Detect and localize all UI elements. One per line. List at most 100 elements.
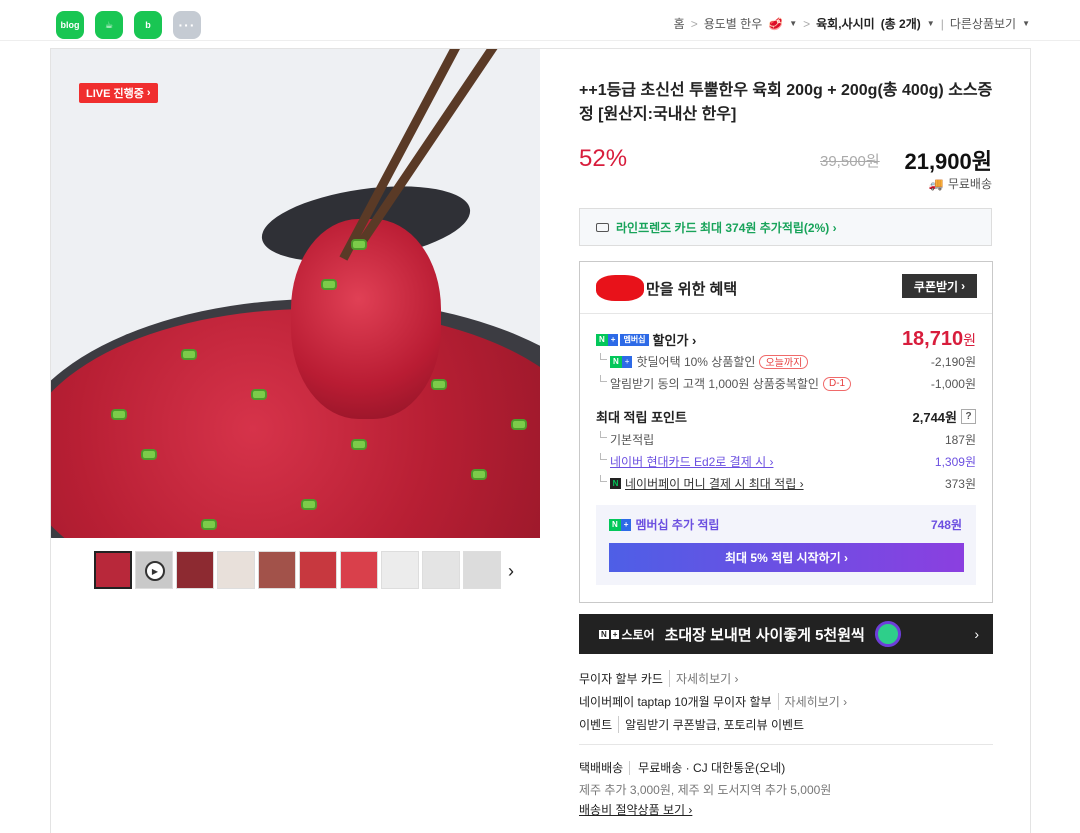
blog-share-icon[interactable]: blog — [56, 11, 84, 39]
sale-price: 21,900원 — [904, 149, 992, 174]
thumbnail[interactable] — [463, 551, 501, 589]
hyundai-card-link[interactable]: 네이버 현대카드 Ed2로 결제 시 › — [610, 453, 773, 470]
chevron-down-icon[interactable]: ▼ — [927, 19, 935, 28]
delivery-extra: 제주 추가 3,000원, 제주 외 도서지역 추가 5,000원 — [579, 783, 832, 797]
divider — [580, 313, 992, 314]
scallion — [431, 379, 447, 390]
shipping-saver-link[interactable]: 배송비 절약상품 보기 › — [579, 801, 692, 818]
discount-price-row: N + 멤버십 할인가 › 18,710원 — [596, 328, 976, 351]
product-title: ++1등급 초신선 투뿔한우 육회 200g + 200g(총 400g) 소스… — [579, 82, 993, 123]
thumbnail[interactable] — [422, 551, 460, 589]
thumbnail[interactable] — [176, 551, 214, 589]
breadcrumb: 홈 > 용도별 한우 🥩 ▼ > 육회,사시미 (총 2개) ▼ | 다른상품보기… — [674, 15, 1030, 32]
taptap-more-link[interactable]: 자세히보기 › — [777, 693, 847, 710]
live-label: LIVE 진행중 — [86, 88, 144, 100]
point-item-row: 기본적립 187원 — [596, 431, 976, 448]
thumbnail[interactable] — [258, 551, 296, 589]
naver-plus-badge: N + — [609, 518, 632, 531]
product-info: ++1등급 초신선 투뿔한우 육회 200g + 200g(총 400g) 소스… — [541, 49, 1030, 833]
benefit-header-text: 만을 위한 혜택 — [646, 280, 738, 298]
naver-store-logo: N + 스토어 — [599, 627, 655, 642]
naverpay-icon: N — [610, 478, 621, 489]
scallion — [301, 499, 317, 510]
meat-emoji-icon: 🥩 — [768, 16, 784, 31]
share-bar: blog ☕ b ··· — [56, 11, 201, 39]
thumbnail-strip: ▶ — [94, 551, 501, 589]
thumbnail[interactable] — [340, 551, 378, 589]
more-share-icon[interactable]: ··· — [173, 11, 201, 39]
point-item-label: 기본적립 — [596, 431, 654, 448]
truck-icon: 🚚 — [928, 176, 944, 191]
membership-extra-value: 748원 — [930, 518, 962, 532]
scallion — [511, 419, 527, 430]
scallion — [201, 519, 217, 530]
shipping-info: 🚚 무료배송 — [929, 175, 992, 192]
taptap-row: 네이버페이 taptap 10개월 무이자 할부 자세히보기 › — [579, 693, 847, 710]
scallion — [321, 279, 337, 290]
mascot-icon — [874, 621, 901, 647]
product-main-image[interactable] — [51, 49, 540, 538]
scallion — [351, 439, 367, 450]
shipping-label: 무료배송 — [947, 177, 992, 191]
breadcrumb-current[interactable]: 육회,사시미 — [816, 15, 875, 32]
membership-box: N + 멤버십 추가 적립 748원 최대 5% 적립 시작하기 › — [596, 505, 976, 585]
installment-label: 무이자 할부 카드 — [579, 672, 663, 686]
thumbnail[interactable] — [217, 551, 255, 589]
video-thumbnail[interactable]: ▶ — [135, 551, 173, 589]
card-promo-bar[interactable]: 라인프렌즈 카드 최대 374원 추가적립(2%) › — [579, 208, 992, 246]
other-products-link[interactable]: 다른상품보기 — [950, 15, 1016, 32]
deadline-tag: D-1 — [822, 376, 852, 391]
cafe-share-icon[interactable]: ☕ — [95, 11, 123, 39]
benefit-box: 만을 위한 혜택 쿠폰받기 › N + 멤버십 할인가 › 18,710원 N + 핫딜어택… — [579, 261, 993, 603]
breadcrumb-divider: | — [940, 16, 944, 31]
membership-start-button[interactable]: 최대 5% 적립 시작하기 › — [609, 543, 964, 572]
points-label: 최대 적립 포인트 — [596, 410, 687, 425]
point-item-row: 네이버 현대카드 Ed2로 결제 시 › 1,309원 — [596, 453, 976, 470]
original-price: 39,500원 — [820, 153, 880, 170]
card-promo-text: 라인프렌즈 카드 최대 374원 추가적립(2%) › — [616, 220, 837, 235]
meat-on-chopsticks — [291, 219, 441, 419]
thumbnail-next-arrow[interactable]: › — [508, 561, 514, 582]
discount-item-value: -1,000원 — [930, 377, 976, 391]
naver-plus-badge: N + 멤버십 — [596, 333, 649, 346]
discount-rate: 52% — [579, 145, 628, 172]
breadcrumb-category[interactable]: 용도별 한우 — [704, 15, 763, 32]
thumbnail[interactable] — [94, 551, 132, 589]
scallion — [181, 349, 197, 360]
delivery-label: 택배배송 — [579, 761, 624, 775]
breadcrumb-separator: > — [803, 16, 811, 31]
chevron-right-icon: › — [961, 279, 966, 293]
thumbnail[interactable] — [381, 551, 419, 589]
chevron-down-icon[interactable]: ▼ — [1022, 19, 1030, 28]
invite-banner[interactable]: N + 스토어 초대장 보내면 사이좋게 5천원씩 › — [579, 614, 993, 654]
naverpay-money-link[interactable]: 네이버페이 머니 결제 시 최대 적립 › — [625, 475, 804, 492]
scallion — [111, 409, 127, 420]
point-item-row: N 네이버페이 머니 결제 시 최대 적립 › 373원 — [596, 475, 976, 492]
scallion — [141, 449, 157, 460]
coupon-button[interactable]: 쿠폰받기 › — [902, 274, 977, 298]
event-text[interactable]: 알림받기 쿠폰발급, 포토리뷰 이벤트 — [618, 716, 804, 733]
discount-price-label[interactable]: 할인가 › — [653, 330, 697, 349]
installment-more-link[interactable]: 자세히보기 › — [668, 670, 738, 687]
help-icon[interactable]: ? — [961, 409, 976, 424]
redacted-username — [596, 275, 644, 301]
scallion — [351, 239, 367, 250]
discount-item-label: 알림받기 동의 고객 1,000원 상품중복할인 — [610, 377, 819, 391]
discount-item-row: 알림받기 동의 고객 1,000원 상품중복할인 D-1 -1,000원 — [596, 375, 976, 392]
discount-item-row: N + 핫딜어택 10% 상품할인 오늘까지 -2,190원 — [596, 353, 976, 370]
delivery-value: 무료배송 · CJ 대한통운(오네) — [629, 761, 786, 775]
chevron-down-icon[interactable]: ▼ — [789, 19, 797, 28]
breadcrumb-separator: > — [690, 16, 698, 31]
breadcrumb-home[interactable]: 홈 — [674, 15, 685, 32]
band-share-icon[interactable]: b — [134, 11, 162, 39]
live-badge[interactable]: LIVE 진행중 › — [79, 83, 158, 103]
event-row: 이벤트 알림받기 쿠폰발급, 포토리뷰 이벤트 — [579, 716, 804, 733]
taptap-label: 네이버페이 taptap 10개월 무이자 할부 — [579, 695, 772, 709]
point-item-value: 1,309원 — [934, 455, 976, 469]
delivery-row: 택배배송 무료배송 · CJ 대한통운(오네) — [579, 759, 786, 776]
thumbnail[interactable] — [299, 551, 337, 589]
point-item-value: 373원 — [944, 477, 976, 491]
scallion — [251, 389, 267, 400]
discount-item-value: -2,190원 — [930, 355, 976, 369]
discount-price-value: 18,710원 — [901, 328, 976, 350]
